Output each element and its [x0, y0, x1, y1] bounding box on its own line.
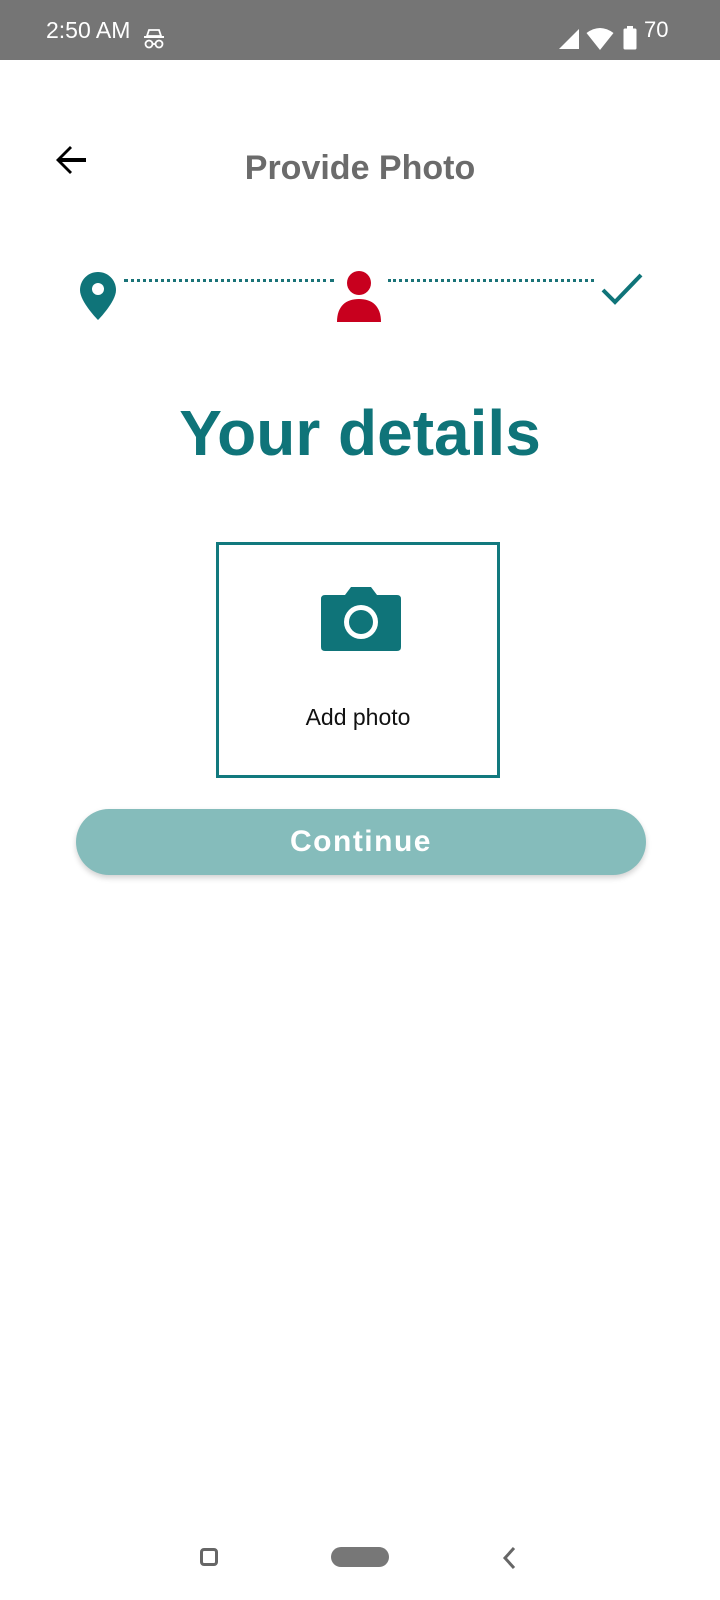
continue-button[interactable]: Continue [76, 809, 646, 875]
location-pin-icon [80, 272, 116, 320]
step-connector [124, 279, 334, 282]
status-time: 2:50 AM [46, 17, 131, 43]
incognito-icon [144, 29, 164, 49]
status-bar: 2:50 AM 70 [0, 0, 720, 60]
step-connector [388, 279, 594, 282]
add-photo-button[interactable]: Add photo [216, 542, 500, 778]
headline: Your details [179, 397, 541, 469]
camera-icon [321, 587, 401, 651]
page-title: Provide Photo [244, 149, 476, 187]
battery-icon [623, 26, 637, 50]
wifi-icon [586, 28, 614, 50]
signal-icon [559, 29, 579, 49]
check-icon [601, 273, 643, 305]
home-icon[interactable] [331, 1547, 389, 1567]
back-icon[interactable] [500, 1544, 520, 1572]
battery-level: 70 [644, 17, 669, 42]
system-nav-bar [0, 1520, 720, 1600]
progress-stepper [0, 260, 720, 330]
add-photo-label: Add photo [305, 704, 411, 730]
person-icon [337, 271, 381, 322]
recents-icon[interactable] [200, 1548, 218, 1566]
